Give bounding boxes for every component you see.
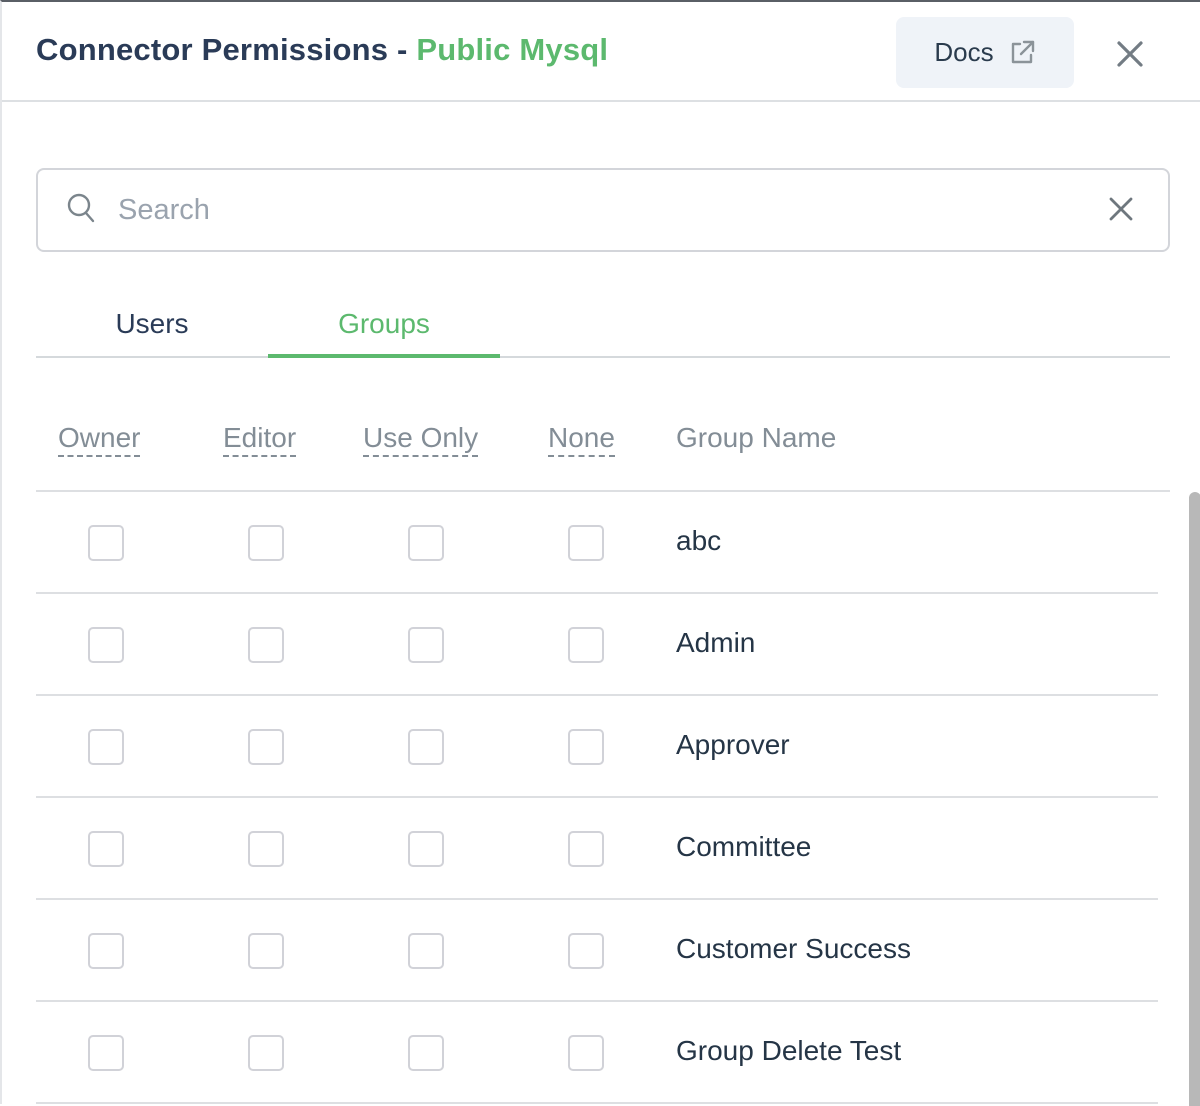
group-name: Customer Success — [676, 933, 911, 964]
table-row: abc — [36, 492, 1158, 594]
owner-checkbox[interactable] — [88, 525, 124, 561]
use-only-checkbox[interactable] — [408, 831, 444, 867]
tab-groups[interactable]: Groups — [268, 292, 500, 358]
column-header-owner[interactable]: Owner — [58, 422, 141, 457]
table-row: Customer Success — [36, 900, 1158, 1002]
table-row: Committee — [36, 798, 1158, 900]
editor-checkbox[interactable] — [248, 933, 284, 969]
search-input[interactable] — [118, 184, 1058, 236]
dialog-title: Connector Permissions - Public Mysql — [36, 32, 608, 68]
none-checkbox[interactable] — [568, 729, 604, 765]
owner-checkbox[interactable] — [88, 627, 124, 663]
column-header-group-name: Group Name — [676, 422, 837, 453]
column-header-editor[interactable]: Editor — [223, 422, 297, 457]
none-checkbox[interactable] — [568, 627, 604, 663]
docs-label: Docs — [934, 37, 994, 67]
group-name: Admin — [676, 627, 756, 658]
column-header-none[interactable]: None — [548, 422, 615, 457]
table-row: Approver — [36, 696, 1158, 798]
connector-name: Public Mysql — [416, 32, 609, 67]
scrollbar-thumb[interactable] — [1189, 492, 1200, 1106]
external-link-icon — [1011, 40, 1034, 63]
owner-checkbox[interactable] — [88, 933, 124, 969]
none-checkbox[interactable] — [568, 1035, 604, 1071]
use-only-checkbox[interactable] — [408, 525, 444, 561]
close-icon — [1117, 41, 1143, 67]
permissions-dialog: Connector Permissions - Public Mysql Doc… — [0, 0, 1200, 1106]
search-box — [36, 168, 1170, 252]
owner-checkbox[interactable] — [88, 1035, 124, 1071]
editor-checkbox[interactable] — [248, 525, 284, 561]
docs-button[interactable]: Docs — [896, 17, 1074, 88]
tab-bar: Users Groups — [36, 292, 1170, 358]
use-only-checkbox[interactable] — [408, 729, 444, 765]
use-only-checkbox[interactable] — [408, 1035, 444, 1071]
none-checkbox[interactable] — [568, 831, 604, 867]
use-only-checkbox[interactable] — [408, 627, 444, 663]
use-only-checkbox[interactable] — [408, 933, 444, 969]
column-header-use-only[interactable]: Use Only — [363, 422, 479, 457]
title-prefix: Connector Permissions - — [36, 32, 417, 67]
group-name: Approver — [676, 729, 790, 760]
owner-checkbox[interactable] — [88, 831, 124, 867]
table-row: Admin — [36, 594, 1158, 696]
clear-search-icon[interactable] — [1106, 194, 1136, 224]
tab-users[interactable]: Users — [36, 292, 268, 356]
none-checkbox[interactable] — [568, 933, 604, 969]
dialog-header: Connector Permissions - Public Mysql Doc… — [2, 2, 1200, 102]
group-table-body: abc Admin Approver Committee Customer Su… — [36, 492, 1158, 1104]
none-checkbox[interactable] — [568, 525, 604, 561]
editor-checkbox[interactable] — [248, 627, 284, 663]
owner-checkbox[interactable] — [88, 729, 124, 765]
table-row: Group Delete Test — [36, 1002, 1158, 1104]
search-icon — [67, 193, 95, 223]
editor-checkbox[interactable] — [248, 831, 284, 867]
group-name: Group Delete Test — [676, 1035, 902, 1066]
editor-checkbox[interactable] — [248, 1035, 284, 1071]
group-name: abc — [676, 525, 722, 556]
close-button[interactable] — [1110, 34, 1150, 74]
group-name: Committee — [676, 831, 812, 862]
editor-checkbox[interactable] — [248, 729, 284, 765]
